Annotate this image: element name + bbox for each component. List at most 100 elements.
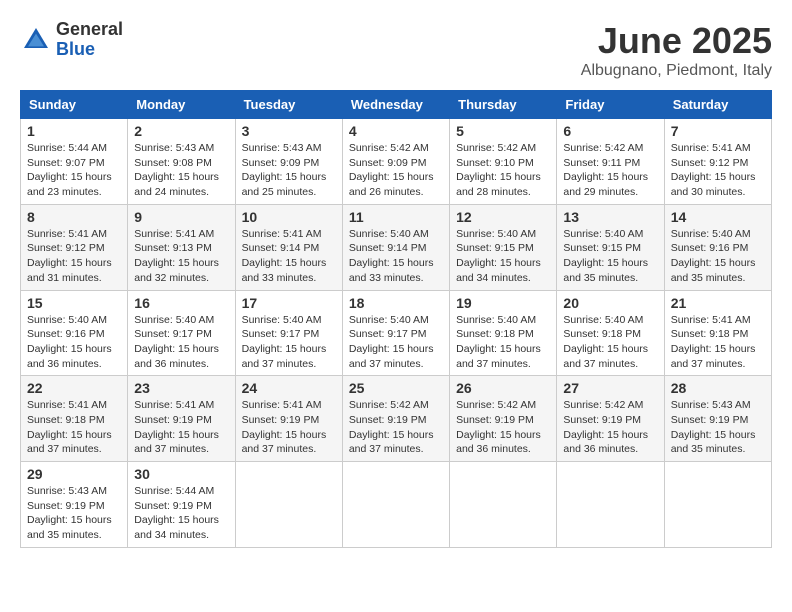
logo-general: General	[56, 20, 123, 40]
weekday-header-sunday: Sunday	[21, 91, 128, 119]
calendar-cell	[664, 462, 771, 548]
calendar-cell: 18 Sunrise: 5:40 AM Sunset: 9:17 PM Dayli…	[342, 290, 449, 376]
logo-blue: Blue	[56, 40, 123, 60]
day-number: 29	[27, 466, 121, 482]
day-number: 6	[563, 123, 657, 139]
day-info: Sunrise: 5:41 AM Sunset: 9:12 PM Dayligh…	[27, 227, 121, 286]
day-number: 7	[671, 123, 765, 139]
calendar-cell	[235, 462, 342, 548]
weekday-header-tuesday: Tuesday	[235, 91, 342, 119]
calendar-cell: 20 Sunrise: 5:40 AM Sunset: 9:18 PM Dayli…	[557, 290, 664, 376]
day-info: Sunrise: 5:40 AM Sunset: 9:15 PM Dayligh…	[456, 227, 550, 286]
calendar-cell: 17 Sunrise: 5:40 AM Sunset: 9:17 PM Dayli…	[235, 290, 342, 376]
day-number: 2	[134, 123, 228, 139]
day-info: Sunrise: 5:42 AM Sunset: 9:19 PM Dayligh…	[456, 398, 550, 457]
page-header: General Blue June 2025 Albugnano, Piedmo…	[20, 20, 772, 80]
calendar-cell: 24 Sunrise: 5:41 AM Sunset: 9:19 PM Dayli…	[235, 376, 342, 462]
calendar-table: SundayMondayTuesdayWednesdayThursdayFrid…	[20, 90, 772, 548]
calendar-cell: 8Sunrise: 5:41 AM Sunset: 9:12 PM Daylig…	[21, 204, 128, 290]
calendar-cell: 19 Sunrise: 5:40 AM Sunset: 9:18 PM Dayli…	[450, 290, 557, 376]
day-info: Sunrise: 5:40 AM Sunset: 9:17 PM Dayligh…	[349, 313, 443, 372]
calendar-cell: 15Sunrise: 5:40 AM Sunset: 9:16 PM Dayli…	[21, 290, 128, 376]
day-number: 28	[671, 380, 765, 396]
weekday-header-monday: Monday	[128, 91, 235, 119]
calendar-week-5: 29 Sunrise: 5:43 AM Sunset: 9:19 PM Dayli…	[21, 462, 772, 548]
day-info: Sunrise: 5:43 AM Sunset: 9:09 PM Dayligh…	[242, 141, 336, 200]
calendar-week-1: 1 Sunrise: 5:44 AM Sunset: 9:07 PM Daylig…	[21, 119, 772, 205]
calendar-cell: 6 Sunrise: 5:42 AM Sunset: 9:11 PM Daylig…	[557, 119, 664, 205]
day-info: Sunrise: 5:43 AM Sunset: 9:19 PM Dayligh…	[27, 484, 121, 543]
day-number: 9	[134, 209, 228, 225]
logo: General Blue	[20, 20, 123, 60]
day-info: Sunrise: 5:40 AM Sunset: 9:14 PM Dayligh…	[349, 227, 443, 286]
day-info: Sunrise: 5:41 AM Sunset: 9:19 PM Dayligh…	[134, 398, 228, 457]
day-info: Sunrise: 5:43 AM Sunset: 9:19 PM Dayligh…	[671, 398, 765, 457]
month-title: June 2025	[581, 20, 772, 62]
day-number: 19	[456, 295, 550, 311]
day-number: 25	[349, 380, 443, 396]
day-info: Sunrise: 5:40 AM Sunset: 9:18 PM Dayligh…	[456, 313, 550, 372]
day-number: 27	[563, 380, 657, 396]
calendar-cell: 5Sunrise: 5:42 AM Sunset: 9:10 PM Daylig…	[450, 119, 557, 205]
day-number: 20	[563, 295, 657, 311]
calendar-cell: 28 Sunrise: 5:43 AM Sunset: 9:19 PM Dayli…	[664, 376, 771, 462]
day-info: Sunrise: 5:40 AM Sunset: 9:17 PM Dayligh…	[242, 313, 336, 372]
day-number: 14	[671, 209, 765, 225]
day-number: 24	[242, 380, 336, 396]
day-info: Sunrise: 5:44 AM Sunset: 9:07 PM Dayligh…	[27, 141, 121, 200]
calendar-cell: 30Sunrise: 5:44 AM Sunset: 9:19 PM Dayli…	[128, 462, 235, 548]
calendar-cell: 1 Sunrise: 5:44 AM Sunset: 9:07 PM Daylig…	[21, 119, 128, 205]
title-block: June 2025 Albugnano, Piedmont, Italy	[581, 20, 772, 80]
day-info: Sunrise: 5:43 AM Sunset: 9:08 PM Dayligh…	[134, 141, 228, 200]
day-info: Sunrise: 5:41 AM Sunset: 9:18 PM Dayligh…	[671, 313, 765, 372]
calendar-cell: 9 Sunrise: 5:41 AM Sunset: 9:13 PM Daylig…	[128, 204, 235, 290]
calendar-cell	[557, 462, 664, 548]
day-info: Sunrise: 5:40 AM Sunset: 9:15 PM Dayligh…	[563, 227, 657, 286]
calendar-cell: 16 Sunrise: 5:40 AM Sunset: 9:17 PM Dayli…	[128, 290, 235, 376]
day-number: 12	[456, 209, 550, 225]
calendar-cell: 23Sunrise: 5:41 AM Sunset: 9:19 PM Dayli…	[128, 376, 235, 462]
day-number: 17	[242, 295, 336, 311]
calendar-cell: 3 Sunrise: 5:43 AM Sunset: 9:09 PM Daylig…	[235, 119, 342, 205]
calendar-cell: 26Sunrise: 5:42 AM Sunset: 9:19 PM Dayli…	[450, 376, 557, 462]
day-info: Sunrise: 5:40 AM Sunset: 9:18 PM Dayligh…	[563, 313, 657, 372]
weekday-header-saturday: Saturday	[664, 91, 771, 119]
calendar-cell: 27 Sunrise: 5:42 AM Sunset: 9:19 PM Dayli…	[557, 376, 664, 462]
day-number: 22	[27, 380, 121, 396]
calendar-cell: 11 Sunrise: 5:40 AM Sunset: 9:14 PM Dayli…	[342, 204, 449, 290]
day-info: Sunrise: 5:41 AM Sunset: 9:12 PM Dayligh…	[671, 141, 765, 200]
day-info: Sunrise: 5:41 AM Sunset: 9:19 PM Dayligh…	[242, 398, 336, 457]
logo-text: General Blue	[56, 20, 123, 60]
logo-icon	[20, 24, 52, 56]
day-info: Sunrise: 5:41 AM Sunset: 9:18 PM Dayligh…	[27, 398, 121, 457]
day-info: Sunrise: 5:42 AM Sunset: 9:19 PM Dayligh…	[349, 398, 443, 457]
calendar-cell: 4Sunrise: 5:42 AM Sunset: 9:09 PM Daylig…	[342, 119, 449, 205]
calendar-week-3: 15Sunrise: 5:40 AM Sunset: 9:16 PM Dayli…	[21, 290, 772, 376]
day-info: Sunrise: 5:41 AM Sunset: 9:14 PM Dayligh…	[242, 227, 336, 286]
day-info: Sunrise: 5:42 AM Sunset: 9:19 PM Dayligh…	[563, 398, 657, 457]
calendar-cell: 10 Sunrise: 5:41 AM Sunset: 9:14 PM Dayli…	[235, 204, 342, 290]
day-number: 10	[242, 209, 336, 225]
day-number: 11	[349, 209, 443, 225]
day-info: Sunrise: 5:40 AM Sunset: 9:17 PM Dayligh…	[134, 313, 228, 372]
calendar-week-4: 22 Sunrise: 5:41 AM Sunset: 9:18 PM Dayli…	[21, 376, 772, 462]
day-number: 16	[134, 295, 228, 311]
calendar-header-row: SundayMondayTuesdayWednesdayThursdayFrid…	[21, 91, 772, 119]
weekday-header-friday: Friday	[557, 91, 664, 119]
calendar-cell: 14 Sunrise: 5:40 AM Sunset: 9:16 PM Dayli…	[664, 204, 771, 290]
day-info: Sunrise: 5:42 AM Sunset: 9:11 PM Dayligh…	[563, 141, 657, 200]
day-number: 30	[134, 466, 228, 482]
day-number: 18	[349, 295, 443, 311]
location: Albugnano, Piedmont, Italy	[581, 62, 772, 80]
calendar-cell: 25 Sunrise: 5:42 AM Sunset: 9:19 PM Dayli…	[342, 376, 449, 462]
weekday-header-thursday: Thursday	[450, 91, 557, 119]
calendar-cell: 12 Sunrise: 5:40 AM Sunset: 9:15 PM Dayli…	[450, 204, 557, 290]
day-number: 1	[27, 123, 121, 139]
calendar-cell: 22 Sunrise: 5:41 AM Sunset: 9:18 PM Dayli…	[21, 376, 128, 462]
day-info: Sunrise: 5:41 AM Sunset: 9:13 PM Dayligh…	[134, 227, 228, 286]
calendar-cell: 21Sunrise: 5:41 AM Sunset: 9:18 PM Dayli…	[664, 290, 771, 376]
day-info: Sunrise: 5:42 AM Sunset: 9:09 PM Dayligh…	[349, 141, 443, 200]
calendar-cell: 2 Sunrise: 5:43 AM Sunset: 9:08 PM Daylig…	[128, 119, 235, 205]
day-info: Sunrise: 5:40 AM Sunset: 9:16 PM Dayligh…	[671, 227, 765, 286]
day-number: 3	[242, 123, 336, 139]
